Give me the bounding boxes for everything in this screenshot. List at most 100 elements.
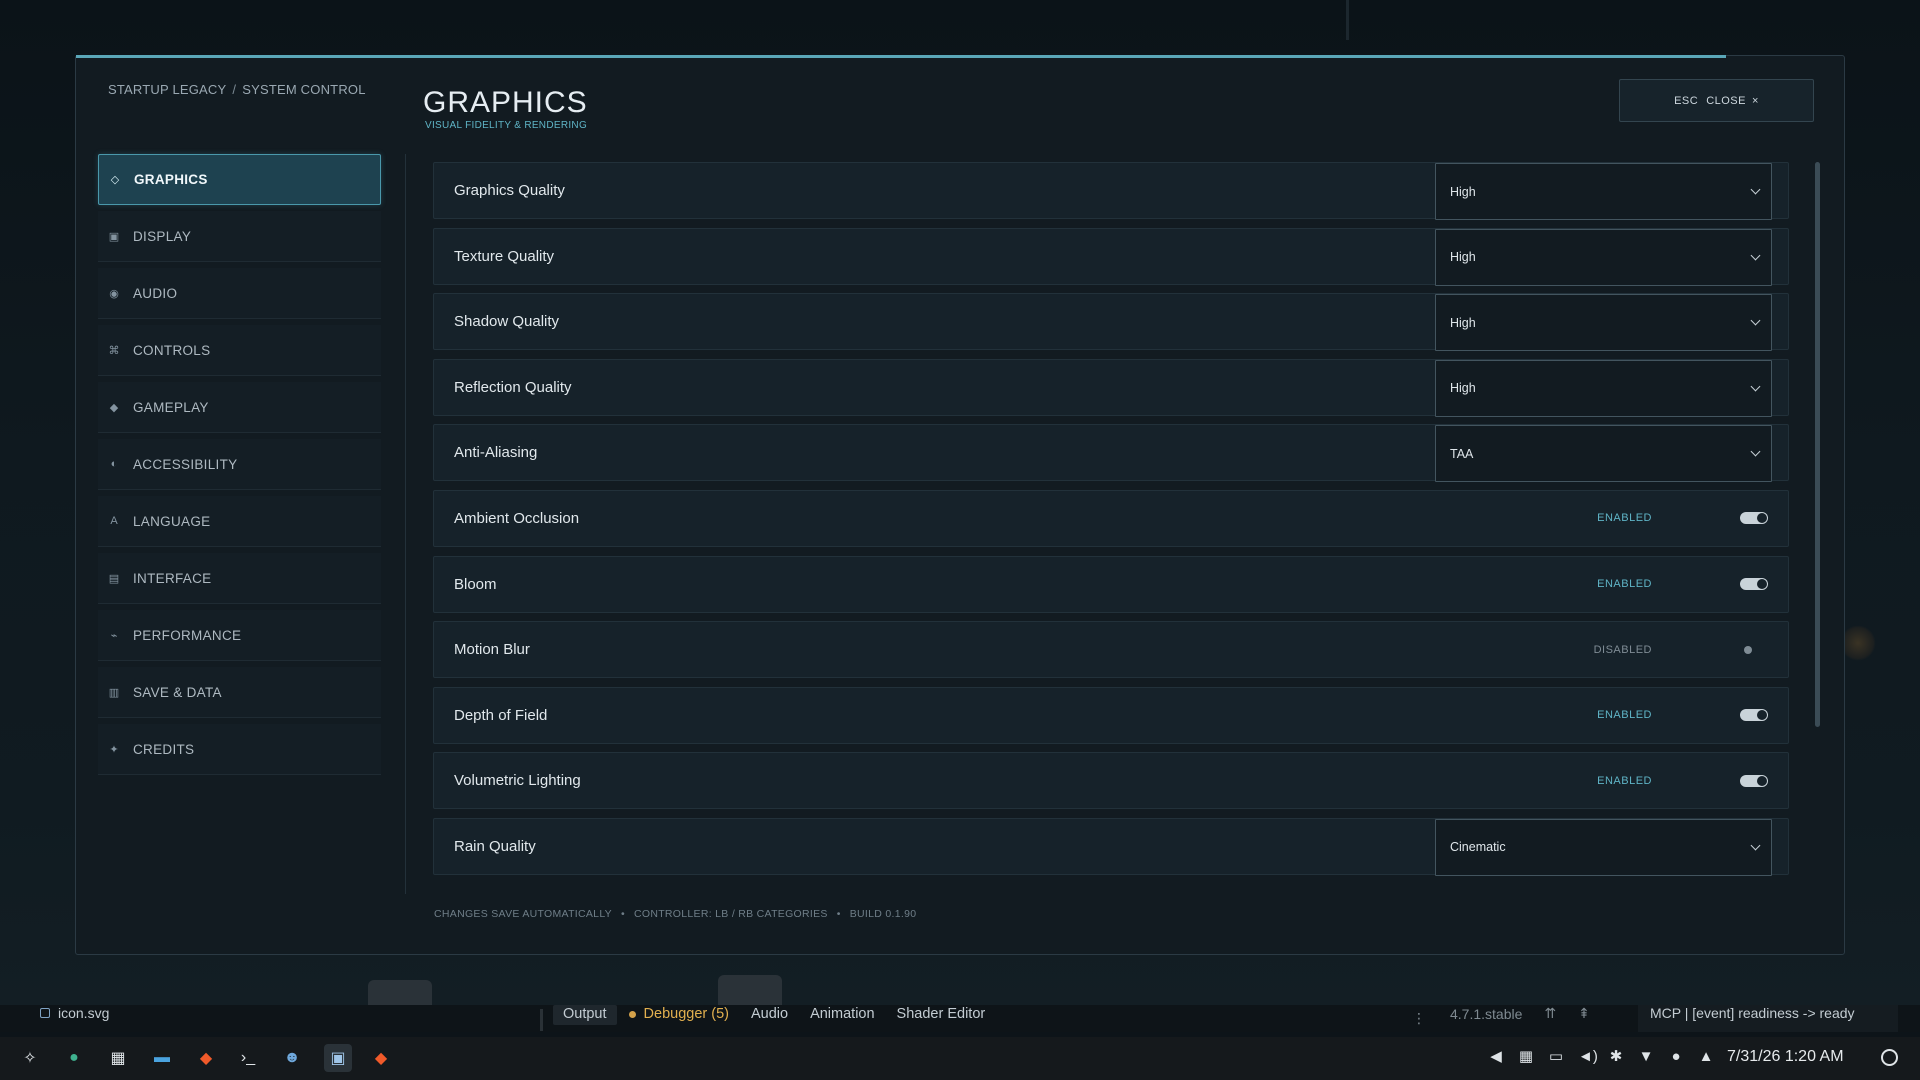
sidebar-item-gameplay[interactable]: ◆ GAMEPLAY — [98, 382, 381, 433]
panel-splitter[interactable] — [540, 1009, 543, 1031]
settings-scrollbar[interactable] — [1815, 162, 1820, 727]
settings-list: Graphics Quality High Texture Quality High S… — [433, 162, 1789, 884]
open-file-tab[interactable]: icon.svg — [40, 1005, 109, 1021]
modal-accent-line — [76, 55, 1726, 58]
monitor-app-icon[interactable]: ▣ — [324, 1044, 352, 1072]
sidebar-item-credits[interactable]: ✦ CREDITS — [98, 724, 381, 775]
breadcrumb-separator: / — [232, 82, 237, 97]
setting-label: Graphics Quality — [454, 182, 565, 199]
spreadsheet-icon[interactable]: ▦ — [1518, 1047, 1534, 1065]
sidebar-item-label: LANGUAGE — [133, 513, 211, 529]
power-icon[interactable] — [1881, 1049, 1898, 1066]
setting-label: Anti-Aliasing — [454, 444, 538, 462]
godot-icon[interactable]: ☻ — [278, 1044, 306, 1072]
toggle-group: ENABLED — [1597, 512, 1768, 525]
close-label: CLOSE — [1706, 94, 1746, 107]
grid-apps-icon[interactable]: ▦ — [104, 1044, 132, 1072]
category-sidebar: ◇ GRAPHICS ▣ DISPLAY ◉ AUDIO ⌘ CONTROLS ◆ GAMEPLA… — [98, 154, 381, 781]
setting-label: Motion Blur — [454, 641, 530, 659]
shadow-quality-dropdown[interactable]: High — [1435, 294, 1772, 352]
modal-footer: CHANGES SAVE AUTOMATICALLY • CONTROLLER: L… — [434, 908, 916, 920]
terminal-icon[interactable]: ›_ — [234, 1044, 262, 1072]
controls-icon: ⌘ — [108, 344, 120, 357]
ambient-occlusion-toggle[interactable] — [1740, 512, 1768, 525]
clipboard-icon[interactable]: ▭ — [1548, 1047, 1564, 1065]
sidebar-item-audio[interactable]: ◉ AUDIO — [98, 268, 381, 319]
clock[interactable]: 7/31/26 1:20 AM — [1727, 1048, 1844, 1066]
file-manager-icon[interactable]: ▬ — [148, 1044, 176, 1072]
footer-separator: • — [620, 908, 625, 920]
wifi-icon[interactable]: ▼ — [1638, 1048, 1654, 1065]
volumetric-lighting-toggle[interactable] — [1740, 774, 1768, 787]
toggle-status: ENABLED — [1597, 774, 1652, 787]
reflection-quality-dropdown[interactable]: High — [1435, 359, 1772, 417]
tab-animation[interactable]: Animation — [800, 1005, 884, 1025]
sidebar-item-performance[interactable]: ⌁ PERFORMANCE — [98, 610, 381, 661]
toggle-status: DISABLED — [1593, 643, 1652, 656]
settings-modal: STARTUP LEGACY / SYSTEM CONTROL GRAPHICS V… — [75, 55, 1845, 955]
settings-icon[interactable]: ✱ — [1608, 1047, 1624, 1065]
dropdown-value: Cinematic — [1450, 840, 1506, 855]
toggle-status: ENABLED — [1597, 512, 1652, 525]
close-icon: × — [1751, 94, 1759, 107]
rain-quality-dropdown[interactable]: Cinematic — [1435, 818, 1772, 876]
tab-debugger-label: Debugger (5) — [643, 1006, 729, 1022]
dropdown-value: TAA — [1450, 446, 1474, 461]
dropdown-value: High — [1450, 184, 1476, 199]
sidebar-item-language[interactable]: A LANGUAGE — [98, 496, 381, 547]
texture-quality-dropdown[interactable]: High — [1435, 228, 1772, 286]
editor-bottom-panel: icon.svg Output Debugger (5) Audio Anima… — [0, 1005, 1920, 1032]
sidebar-item-interface[interactable]: ▤ INTERFACE — [98, 553, 381, 604]
setting-label: Rain Quality — [454, 837, 536, 855]
system-tray: ◀ ▦ ▭ ◄) ✱ ▼ ● ▲ — [1488, 1047, 1714, 1066]
app-icon[interactable]: ● — [60, 1044, 88, 1072]
layout-up-icon[interactable]: ⇈ — [1544, 1005, 1556, 1022]
update-icon[interactable]: ● — [1668, 1048, 1684, 1065]
sidebar-item-label: GAMEPLAY — [133, 399, 209, 415]
sidebar-item-save-data[interactable]: ▥ SAVE & DATA — [98, 667, 381, 718]
graphics-quality-dropdown[interactable]: High — [1435, 163, 1772, 220]
mcp-status: MCP | [event] readiness -> ready — [1638, 1005, 1898, 1032]
tab-debugger[interactable]: Debugger (5) — [619, 1005, 739, 1025]
toggle-knob — [1757, 579, 1767, 590]
tab-shader-editor[interactable]: Shader Editor — [887, 1005, 996, 1025]
sidebar-item-controls[interactable]: ⌘ CONTROLS — [98, 325, 381, 376]
sidebar-item-label: DISPLAY — [133, 228, 192, 244]
sidebar-item-label: CREDITS — [133, 741, 195, 757]
setting-row-anti-aliasing: Anti-Aliasing TAA — [433, 424, 1789, 483]
sidebar-item-label: INTERFACE — [133, 570, 212, 586]
background-vehicle — [368, 980, 432, 1005]
background-light — [1840, 625, 1876, 661]
interface-icon: ▤ — [108, 572, 120, 585]
toggle-group: ENABLED — [1597, 578, 1768, 591]
sidebar-item-display[interactable]: ▣ DISPLAY — [98, 211, 381, 262]
chevron-down-icon — [1750, 446, 1761, 457]
toggle-status: ENABLED — [1597, 578, 1652, 591]
brave-browser-2-icon[interactable]: ◆ — [367, 1044, 395, 1072]
brave-browser-icon[interactable]: ◆ — [192, 1044, 220, 1072]
setting-row-volumetric-lighting: Volumetric Lighting ENABLED — [433, 752, 1789, 810]
footer-controller: CONTROLLER: LB / RB CATEGORIES — [633, 908, 828, 920]
anti-aliasing-dropdown[interactable]: TAA — [1435, 425, 1772, 483]
bloom-toggle[interactable] — [1740, 578, 1768, 591]
file-icon — [40, 1008, 50, 1018]
volume-icon[interactable]: ◄) — [1578, 1048, 1598, 1065]
layout-pin-icon[interactable]: ⇞ — [1578, 1005, 1590, 1022]
motion-blur-toggle[interactable] — [1740, 644, 1768, 656]
toggle-status: ENABLED — [1597, 709, 1652, 722]
language-icon: A — [110, 515, 118, 527]
tray-expand-icon[interactable]: ▲ — [1698, 1048, 1714, 1065]
sidebar-item-accessibility[interactable]: ◐ ACCESSIBILITY — [98, 439, 381, 490]
tab-audio[interactable]: Audio — [741, 1005, 798, 1025]
toggle-group: ENABLED — [1597, 709, 1768, 722]
sidebar-item-label: CONTROLS — [133, 342, 211, 358]
performance-icon: ⌁ — [110, 629, 118, 642]
sidebar-item-graphics[interactable]: ◇ GRAPHICS — [98, 154, 381, 205]
close-button[interactable]: ESC CLOSE × — [1619, 79, 1814, 122]
more-options-icon[interactable]: ⋮ — [1412, 1010, 1426, 1027]
credits-icon: ✦ — [109, 743, 119, 756]
depth-of-field-toggle[interactable] — [1740, 709, 1768, 722]
notification-icon[interactable]: ◀ — [1488, 1047, 1504, 1065]
launcher-icon[interactable]: ✧ — [16, 1044, 44, 1072]
tab-output[interactable]: Output — [553, 1005, 617, 1025]
